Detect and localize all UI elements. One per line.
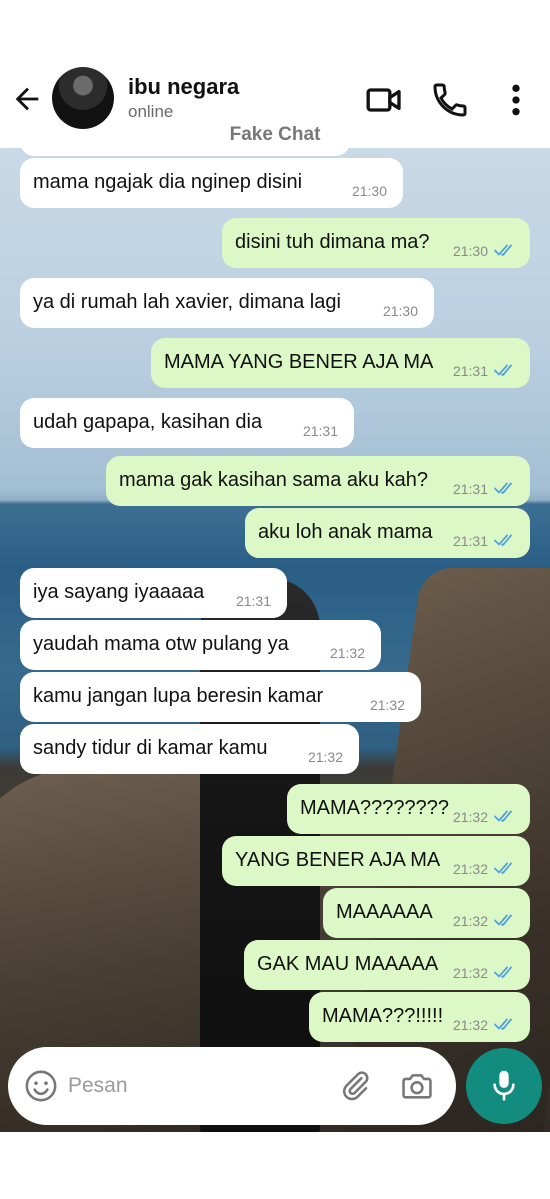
message-bubble-incoming[interactable]: iya sayang iyaaaaa 21:31 bbox=[20, 568, 287, 618]
read-receipt-icon bbox=[494, 914, 512, 926]
read-receipt-icon bbox=[494, 1018, 512, 1030]
avatar[interactable] bbox=[52, 67, 114, 129]
message-time: 21:31 bbox=[452, 533, 488, 549]
read-receipt-icon bbox=[494, 244, 512, 256]
message-text: mama ngajak dia nginep disini bbox=[33, 171, 303, 193]
message-bubble-outgoing[interactable]: mama gak kasihan sama aku kah? 21:31 bbox=[106, 456, 530, 506]
message-time: 21:32 bbox=[369, 697, 405, 713]
message-bubble-incoming[interactable]: udah gapapa, kasihan dia 21:31 bbox=[20, 398, 354, 448]
message-time: 21:32 bbox=[452, 809, 488, 825]
back-arrow-icon[interactable] bbox=[10, 82, 44, 116]
read-receipt-icon bbox=[494, 364, 512, 376]
fake-chat-watermark: Fake Chat bbox=[229, 124, 321, 145]
message-time: 21:32 bbox=[452, 1017, 488, 1033]
message-bubble-incoming[interactable]: yaudah mama otw pulang ya 21:32 bbox=[20, 620, 381, 670]
message-text: mama gak kasihan sama aku kah? bbox=[119, 469, 429, 491]
more-vertical-icon[interactable] bbox=[496, 80, 536, 120]
message-text: MAMA???????? bbox=[300, 797, 449, 819]
message-bubble-outgoing[interactable]: aku loh anak mama 21:31 bbox=[245, 508, 530, 558]
read-receipt-icon bbox=[494, 534, 512, 546]
message-bubble-partial[interactable] bbox=[20, 148, 350, 156]
message-bubble-incoming[interactable]: sandy tidur di kamar kamu 21:32 bbox=[20, 724, 359, 774]
video-call-icon[interactable] bbox=[364, 80, 404, 120]
message-text: GAK MAU MAAAAA bbox=[257, 953, 439, 975]
message-text: aku loh anak mama bbox=[258, 521, 433, 543]
message-input-bar[interactable]: Pesan bbox=[8, 1047, 456, 1125]
camera-icon[interactable] bbox=[400, 1069, 434, 1103]
message-time: 21:32 bbox=[452, 965, 488, 981]
message-time: 21:32 bbox=[452, 861, 488, 877]
message-time: 21:30 bbox=[351, 183, 387, 199]
message-time: 21:31 bbox=[452, 363, 488, 379]
message-bubble-incoming[interactable]: kamu jangan lupa beresin kamar 21:32 bbox=[20, 672, 421, 722]
message-text: YANG BENER AJA MA bbox=[235, 849, 441, 871]
message-text: udah gapapa, kasihan dia bbox=[33, 411, 263, 433]
message-time: 21:32 bbox=[307, 749, 343, 765]
read-receipt-icon bbox=[494, 482, 512, 494]
message-time: 21:31 bbox=[302, 423, 338, 439]
message-bubble-outgoing[interactable]: MAMA???????? 21:32 bbox=[287, 784, 530, 834]
message-time: 21:30 bbox=[452, 243, 488, 259]
mic-icon bbox=[493, 1070, 515, 1101]
message-text: MAMA???!!!!! bbox=[322, 1005, 444, 1027]
message-bubble-outgoing[interactable]: MAMA???!!!!! 21:32 bbox=[309, 992, 530, 1042]
read-receipt-icon bbox=[494, 810, 512, 822]
message-text: yaudah mama otw pulang ya bbox=[33, 633, 289, 655]
message-time: 21:31 bbox=[235, 593, 271, 609]
message-text: kamu jangan lupa beresin kamar bbox=[33, 685, 324, 707]
message-text: ya di rumah lah xavier, dimana lagi bbox=[33, 291, 341, 313]
chat-background: mama ngajak dia nginep disini 21:30 disi… bbox=[0, 148, 550, 1132]
read-receipt-icon bbox=[494, 862, 512, 874]
mic-button[interactable] bbox=[466, 1048, 542, 1124]
message-bubble-outgoing[interactable]: disini tuh dimana ma? 21:30 bbox=[222, 218, 530, 268]
emoji-icon[interactable] bbox=[24, 1069, 58, 1103]
message-bubble-outgoing[interactable]: YANG BENER AJA MA 21:32 bbox=[222, 836, 530, 886]
message-time: 21:32 bbox=[452, 913, 488, 929]
message-text: disini tuh dimana ma? bbox=[235, 231, 430, 253]
contact-status: online bbox=[128, 102, 174, 121]
message-bubble-outgoing[interactable]: GAK MAU MAAAAA 21:32 bbox=[244, 940, 530, 990]
message-bubble-incoming[interactable]: ya di rumah lah xavier, dimana lagi 21:3… bbox=[20, 278, 434, 328]
message-bubble-outgoing[interactable]: MAAAAAA 21:32 bbox=[323, 888, 530, 938]
message-time: 21:32 bbox=[329, 645, 365, 661]
chat-header: ibu negara online Fake Chat bbox=[0, 60, 550, 150]
read-receipt-icon bbox=[494, 966, 512, 978]
phone-icon[interactable] bbox=[430, 80, 470, 120]
message-text: sandy tidur di kamar kamu bbox=[33, 737, 268, 759]
message-bubble-outgoing[interactable]: MAMA YANG BENER AJA MA 21:31 bbox=[151, 338, 530, 388]
message-text: MAMA YANG BENER AJA MA bbox=[164, 351, 434, 373]
message-time: 21:30 bbox=[382, 303, 418, 319]
message-bubble-incoming[interactable]: mama ngajak dia nginep disini 21:30 bbox=[20, 158, 403, 208]
message-text: MAAAAAA bbox=[336, 901, 433, 923]
message-time: 21:31 bbox=[452, 481, 488, 497]
message-input-placeholder[interactable]: Pesan bbox=[68, 1074, 128, 1098]
contact-name[interactable]: ibu negara bbox=[128, 74, 239, 100]
message-text: iya sayang iyaaaaa bbox=[33, 581, 205, 603]
attach-icon[interactable] bbox=[338, 1069, 372, 1103]
